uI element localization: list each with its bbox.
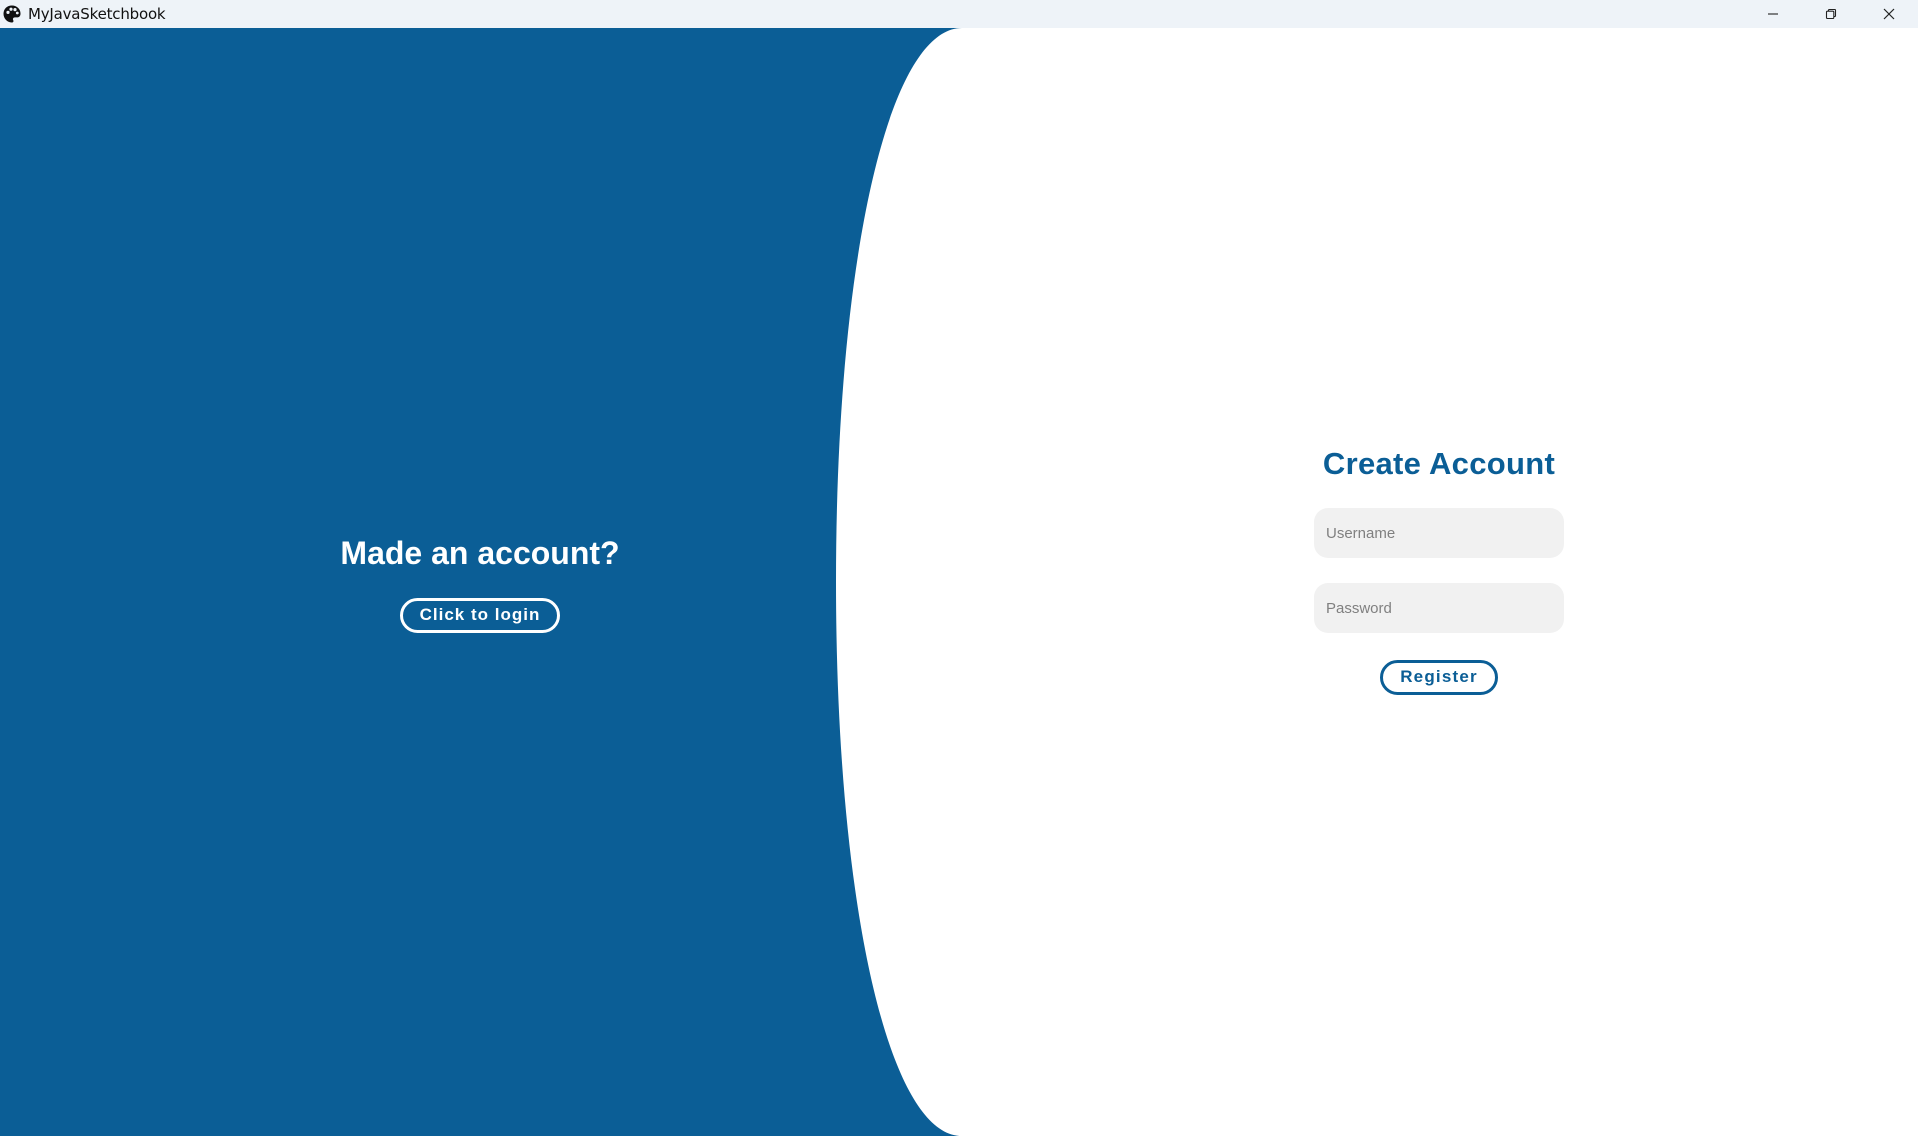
- close-button[interactable]: [1860, 0, 1918, 28]
- maximize-button[interactable]: [1802, 0, 1860, 28]
- palette-icon: [2, 4, 22, 24]
- auth-screen: Made an account? Click to login Create A…: [0, 28, 1918, 1136]
- username-input[interactable]: [1314, 508, 1564, 558]
- create-account-form: Create Account Register: [1314, 446, 1564, 695]
- restore-icon: [1825, 8, 1837, 20]
- login-prompt-heading: Made an account?: [340, 535, 620, 571]
- close-icon: [1883, 8, 1895, 20]
- create-account-title: Create Account: [1322, 446, 1556, 481]
- window-controls: [1744, 0, 1918, 28]
- register-button[interactable]: Register: [1380, 660, 1498, 695]
- password-input[interactable]: [1314, 583, 1564, 633]
- app-window: MyJavaSketchbook Made an account? Click …: [0, 0, 1918, 1136]
- window-title: MyJavaSketchbook: [28, 5, 166, 23]
- login-prompt: Made an account? Click to login: [280, 535, 680, 633]
- minimize-icon: [1768, 13, 1778, 15]
- title-bar[interactable]: MyJavaSketchbook: [0, 0, 1918, 28]
- minimize-button[interactable]: [1744, 0, 1802, 28]
- click-to-login-button[interactable]: Click to login: [399, 598, 561, 633]
